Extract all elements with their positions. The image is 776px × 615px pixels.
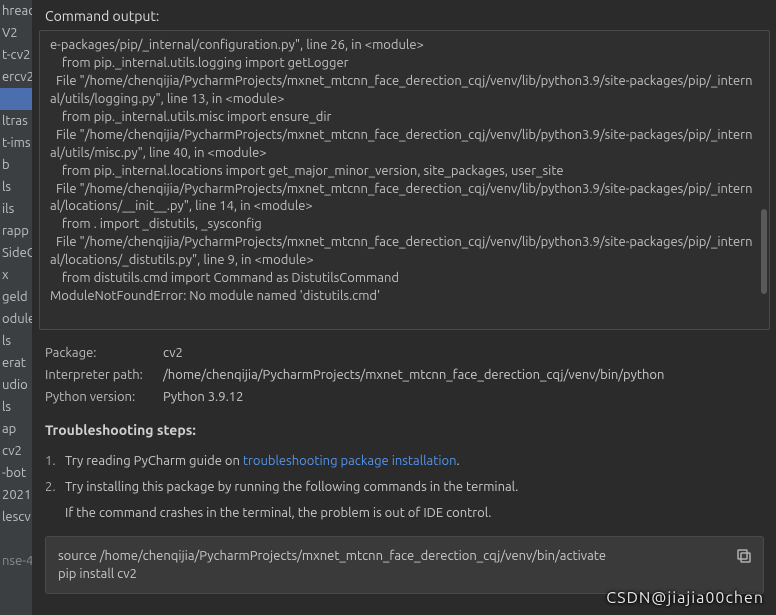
sidebar-item[interactable]: t-cv2: [0, 44, 32, 66]
command-block: source /home/chenqijia/PycharmProjects/m…: [45, 536, 764, 594]
step-number: 1.: [45, 454, 65, 468]
sidebar-item[interactable]: b: [0, 154, 32, 176]
package-value: cv2: [163, 346, 183, 360]
sidebar-item[interactable]: hread: [0, 0, 32, 22]
sidebar-item[interactable]: ils: [0, 198, 32, 220]
interpreter-path-value: /home/chenqijia/PycharmProjects/mxnet_mt…: [163, 368, 664, 382]
step-post: .: [457, 454, 460, 468]
sidebar-item[interactable]: erat: [0, 352, 32, 374]
sidebar-item[interactable]: nse-4: [0, 550, 32, 572]
sidebar-item[interactable]: t-ims: [0, 132, 32, 154]
python-version-label: Python version:: [45, 390, 163, 404]
sidebar-item[interactable]: ap: [0, 418, 32, 440]
troubleshooting-link[interactable]: troubleshooting package installation: [243, 454, 457, 468]
step-text: Try installing this package by running t…: [65, 480, 518, 494]
sidebar-item[interactable]: ltras: [0, 110, 32, 132]
package-label: Package:: [45, 346, 163, 360]
troubleshooting-steps: 1. Try reading PyCharm guide on troubles…: [33, 444, 776, 526]
command-output-header: Command output:: [33, 0, 776, 30]
copy-icon[interactable]: [735, 547, 753, 565]
sidebar-item[interactable]: -bot: [0, 462, 32, 484]
command-text[interactable]: source /home/chenqijia/PycharmProjects/m…: [58, 547, 723, 583]
step-text: Try reading PyCharm guide on troubleshoo…: [65, 454, 460, 468]
sidebar-item[interactable]: lescv: [0, 506, 32, 528]
sidebar-item[interactable]: ls: [0, 396, 32, 418]
sidebar-item[interactable]: [0, 88, 32, 110]
python-version-value: Python 3.9.12: [163, 390, 243, 404]
sidebar-item[interactable]: ls: [0, 176, 32, 198]
output-scrollbar-thumb[interactable]: [761, 209, 767, 295]
sidebar-item[interactable]: cv2: [0, 440, 32, 462]
sidebar-item[interactable]: x: [0, 264, 32, 286]
sidebar-item[interactable]: ercv2: [0, 66, 32, 88]
sidebar-item[interactable]: udio: [0, 374, 32, 396]
sidebar-item[interactable]: ls: [0, 330, 32, 352]
command-output-text[interactable]: e-packages/pip/_internal/configuration.p…: [50, 37, 759, 306]
step-1: 1. Try reading PyCharm guide on troubles…: [45, 448, 764, 474]
package-info: Package: cv2 Interpreter path: /home/che…: [33, 336, 776, 408]
step-subtext: If the command crashes in the terminal, …: [45, 500, 764, 526]
step-pre: Try reading PyCharm guide on: [65, 454, 243, 468]
main-panel: Command output: e-packages/pip/_internal…: [33, 0, 776, 615]
sidebar-item[interactable]: V2: [0, 22, 32, 44]
step-number: 2.: [45, 480, 65, 494]
sidebar-item[interactable]: rapp: [0, 220, 32, 242]
output-scrollbar[interactable]: [761, 37, 767, 323]
step-2: 2. Try installing this package by runnin…: [45, 474, 764, 500]
command-output-box: e-packages/pip/_internal/configuration.p…: [39, 30, 770, 330]
interpreter-path-label: Interpreter path:: [45, 368, 163, 382]
sidebar-item[interactable]: odule: [0, 308, 32, 330]
project-sidebar: hreadV2t-cv2ercv2ltrast-imsblsilsrappSid…: [0, 0, 33, 615]
troubleshooting-title: Troubleshooting steps:: [33, 408, 776, 444]
sidebar-item[interactable]: geld: [0, 286, 32, 308]
sidebar-item[interactable]: SideC: [0, 242, 32, 264]
sidebar-item[interactable]: 2021: [0, 484, 32, 506]
